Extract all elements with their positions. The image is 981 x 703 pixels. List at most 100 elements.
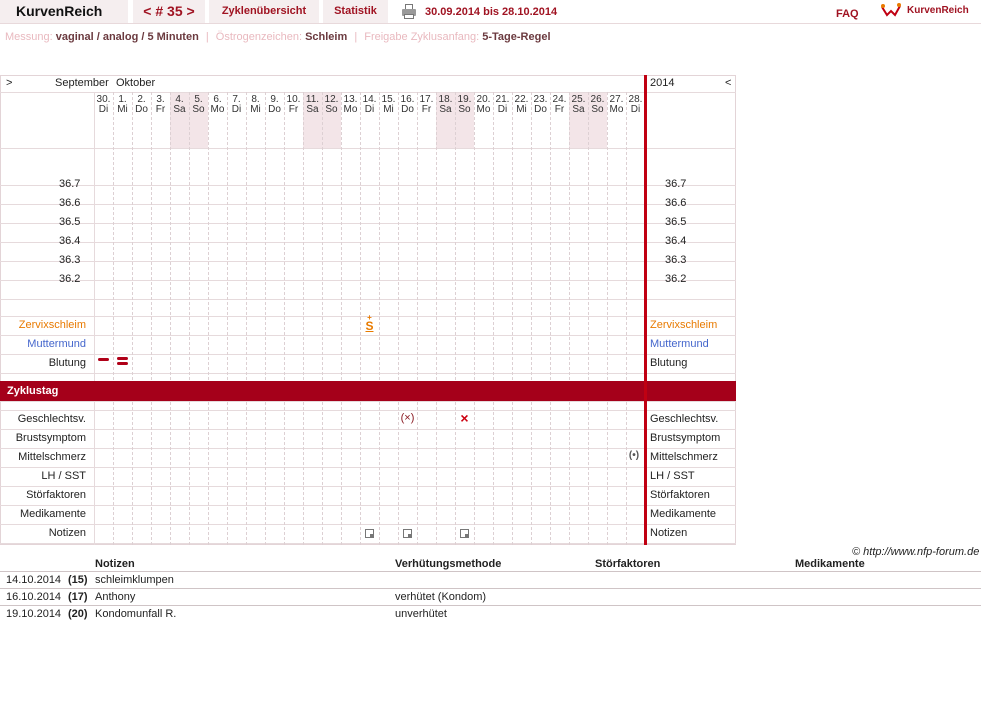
intercourse-mark[interactable]: × bbox=[455, 410, 474, 426]
row-label: Störfaktoren bbox=[26, 489, 86, 501]
weekday: Do bbox=[135, 104, 148, 115]
row-label-right: Notizen bbox=[650, 527, 688, 539]
row-label-right: Zervixschleim bbox=[650, 319, 718, 331]
notes-header-disturbances: Störfaktoren bbox=[595, 558, 661, 570]
grid-line bbox=[322, 92, 323, 545]
temp-axis-label: 36.3 bbox=[59, 254, 81, 266]
grid-line bbox=[588, 92, 589, 545]
row-label: LH / SST bbox=[41, 470, 86, 482]
month-october: Oktober bbox=[116, 77, 156, 89]
row-label-right: Medikamente bbox=[650, 508, 717, 520]
day-header: 25. Sa bbox=[569, 95, 588, 115]
day-header: 7. Di bbox=[227, 95, 246, 115]
day-header: 22. Mi bbox=[512, 95, 531, 115]
temp-axis-label: 36.7 bbox=[59, 178, 81, 190]
weekday: Di bbox=[630, 104, 641, 115]
grid-line bbox=[436, 92, 437, 545]
row-label-right: Mittelschmerz bbox=[650, 451, 718, 463]
notes-header-method: Verhütungsmethode bbox=[395, 558, 502, 570]
note-text: schleimklumpen bbox=[95, 574, 174, 586]
intercourse-protected-mark[interactable]: (×) bbox=[396, 412, 419, 424]
weekday: Di bbox=[98, 104, 109, 115]
temp-axis-label-right: 36.7 bbox=[665, 178, 687, 190]
grid-line bbox=[417, 92, 418, 545]
chart-year: 2014 bbox=[650, 77, 675, 89]
measure-value: vaginal / analog / 5 Minuten bbox=[55, 31, 199, 43]
cycle-switcher[interactable]: < # 35 > bbox=[133, 0, 205, 23]
temp-axis-label: 36.4 bbox=[59, 235, 81, 247]
bleeding-mark[interactable] bbox=[117, 362, 128, 365]
row-label-right: Geschlechtsv. bbox=[650, 413, 719, 425]
temp-axis-label: 36.6 bbox=[59, 197, 81, 209]
estrogen-label: Östrogenzeichen: bbox=[215, 31, 302, 43]
grid-line bbox=[132, 92, 133, 545]
row-label: Muttermund bbox=[27, 338, 86, 350]
note-icon[interactable] bbox=[403, 529, 412, 538]
day-header: 21. Di bbox=[493, 95, 512, 115]
weekday: Mo bbox=[210, 104, 225, 115]
day-header: 30. Di bbox=[94, 95, 113, 115]
day-header: 17. Fr bbox=[417, 95, 436, 115]
weekday: So bbox=[591, 104, 604, 115]
mucus-mark[interactable]: + S bbox=[360, 314, 379, 333]
app-title[interactable]: KurvenReich bbox=[0, 0, 128, 23]
day-header: 10. Fr bbox=[284, 95, 303, 115]
day-header: 4. Sa bbox=[170, 95, 189, 115]
day-header: 15. Mi bbox=[379, 95, 398, 115]
grid-line bbox=[265, 92, 266, 545]
note-icon[interactable] bbox=[365, 529, 374, 538]
temp-axis-label-right: 36.2 bbox=[665, 273, 687, 285]
row-label: Medikamente bbox=[19, 508, 86, 520]
grid-line bbox=[246, 92, 247, 545]
grid-line bbox=[284, 92, 285, 545]
bleeding-mark[interactable] bbox=[98, 358, 109, 361]
day-header: 14. Di bbox=[360, 95, 379, 115]
temp-axis-label: 36.2 bbox=[59, 273, 81, 285]
note-date: 16.10.2014 bbox=[6, 591, 62, 603]
day-header: 2. Do bbox=[132, 95, 151, 115]
chart-nav-left[interactable]: > bbox=[6, 77, 12, 89]
grid-line bbox=[531, 92, 532, 545]
row-label: Blutung bbox=[48, 357, 86, 369]
note-method: unverhütet bbox=[395, 608, 447, 620]
grid-line bbox=[550, 92, 551, 545]
weekday: Sa bbox=[173, 104, 186, 115]
note-icon[interactable] bbox=[460, 529, 469, 538]
midpain-mark[interactable]: (•) bbox=[623, 450, 645, 461]
row-label-right: Muttermund bbox=[650, 338, 709, 350]
bleeding-mark[interactable] bbox=[117, 357, 128, 360]
cycle-day-band bbox=[0, 381, 736, 401]
measure-label: Messung: bbox=[5, 31, 53, 43]
note-cycle-day: (17) bbox=[68, 591, 88, 603]
grid-line bbox=[569, 92, 570, 545]
notes-header-notes: Notizen bbox=[95, 558, 135, 570]
month-september: September bbox=[55, 77, 109, 89]
day-header: 11. Sa bbox=[303, 95, 322, 115]
day-header: 23. Do bbox=[531, 95, 550, 115]
logo-text: KurvenReich bbox=[907, 5, 969, 16]
nav-statistics[interactable]: Statistik bbox=[323, 0, 388, 23]
temp-axis-label-right: 36.6 bbox=[665, 197, 687, 209]
grid-line bbox=[455, 92, 456, 545]
day-header: 24. Fr bbox=[550, 95, 569, 115]
note-cycle-day: (15) bbox=[68, 574, 88, 586]
weekday: So bbox=[325, 104, 338, 115]
printer-icon[interactable] bbox=[402, 4, 416, 19]
faq-link[interactable]: FAQ bbox=[836, 8, 859, 20]
weekday: Mo bbox=[343, 104, 358, 115]
nav-cycle-overview[interactable]: Zyklenübersicht bbox=[209, 0, 319, 23]
chart-nav-right[interactable]: < bbox=[725, 77, 731, 89]
grid-line bbox=[170, 92, 171, 545]
row-label: Geschlechtsv. bbox=[17, 413, 86, 425]
mucus-symbol: S bbox=[365, 319, 374, 333]
weekday: Fr bbox=[155, 104, 166, 115]
grid-line bbox=[227, 92, 228, 545]
notes-header-medication: Medikamente bbox=[795, 558, 865, 570]
copyright: © http://www.nfp-forum.de bbox=[852, 546, 980, 558]
weekday: So bbox=[192, 104, 205, 115]
cycle-end-marker bbox=[644, 75, 647, 545]
row-label-right: Störfaktoren bbox=[650, 489, 710, 501]
row-label: Brustsymptom bbox=[15, 432, 86, 444]
row-label: Notizen bbox=[48, 527, 86, 539]
day-header: 13. Mo bbox=[341, 95, 360, 115]
